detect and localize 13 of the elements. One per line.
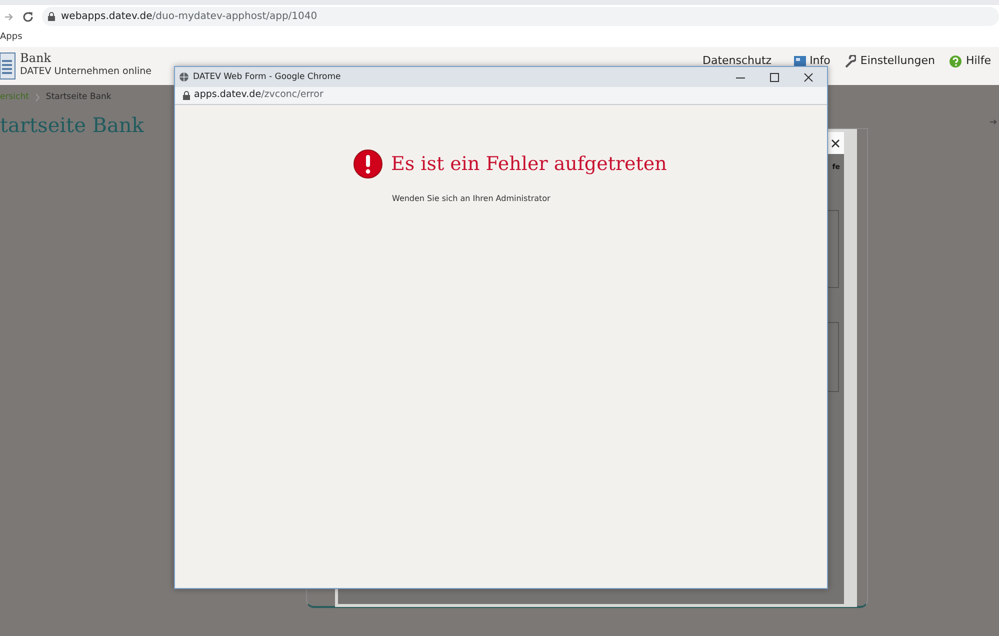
popup-url: apps.datev.de/zvconc/error	[194, 88, 324, 102]
app-title: Bank	[20, 52, 52, 66]
header-link[interactable]: Datenschutz	[702, 53, 772, 70]
header-link[interactable]: Info	[810, 53, 830, 70]
address-bar[interactable]: webapps.datev.de/duo-mydatev-apphost/app/1040	[42, 7, 999, 26]
window-title: DATEV Web Form - Google Chrome	[193, 70, 342, 84]
header-link[interactable]: Einstellungen	[860, 53, 935, 70]
error-heading: Es ist ein Fehler aufgetreten	[391, 152, 667, 177]
error-message: Wenden Sie sich an Ihren Administrator	[392, 193, 552, 205]
header-link[interactable]: Hilfe	[966, 53, 991, 70]
page-title: tartseite Bank	[0, 112, 144, 139]
app-subtitle: DATEV Unternehmen online	[20, 65, 152, 80]
bookmark-link[interactable]: Apps	[0, 30, 22, 44]
